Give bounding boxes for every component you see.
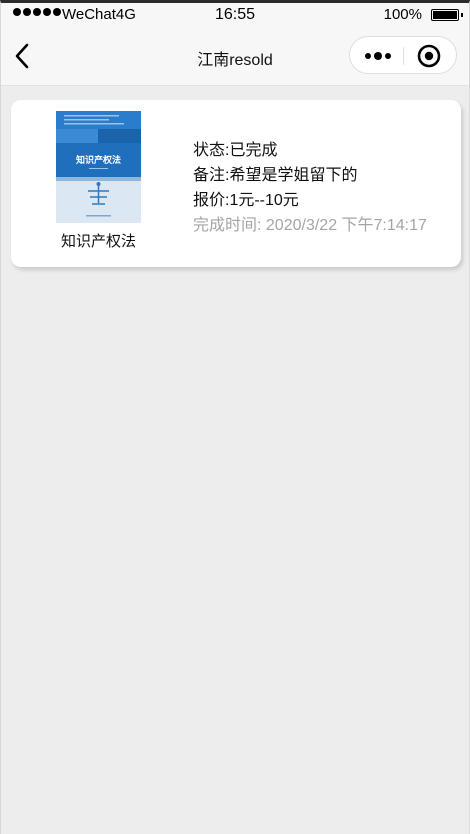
note-row: 备注:希望是学姐留下的 (193, 163, 427, 188)
status-label: 状态: (193, 142, 230, 159)
complete-time-value: 2020/3/22 下午7:14:17 (265, 217, 427, 234)
close-mini-program-button[interactable] (417, 44, 441, 68)
status-bar: WeChat4G 16:55 100% (1, 3, 469, 25)
status-value: 已完成 (229, 142, 278, 159)
complete-time-label: 完成时间: (193, 217, 262, 234)
price-value: 1元--10元 (229, 192, 299, 209)
note-value: 希望是学姐留下的 (229, 167, 358, 184)
price-label: 报价: (193, 192, 230, 209)
phone-frame: WeChat4G 16:55 100% 江南resold 知识产权法 知识产权法… (0, 0, 470, 834)
order-card[interactable]: 知识产权法 知识产权法 状态:已完成 备注:希望是学姐留下的 报价:1元--10… (11, 100, 461, 267)
mini-program-capsule (349, 36, 457, 74)
more-menu-button[interactable] (364, 48, 394, 64)
more-dots-icon (365, 52, 391, 60)
battery-icon (431, 9, 463, 21)
battery-percent: 100% (383, 6, 422, 23)
capsule-divider (403, 47, 404, 65)
book-name: 知识产权法 (60, 233, 136, 250)
price-row: 报价:1元--10元 (193, 188, 427, 213)
cover-title: 知识产权法 (75, 154, 121, 166)
navigation-bar: 江南resold (1, 25, 469, 86)
complete-time-row: 完成时间: 2020/3/22 下午7:14:17 (193, 213, 427, 238)
note-label: 备注: (193, 167, 230, 184)
order-details: 状态:已完成 备注:希望是学姐留下的 报价:1元--10元 完成时间: 2020… (193, 138, 427, 238)
book-cover-image: 知识产权法 (56, 111, 141, 223)
close-target-icon (417, 44, 441, 68)
status-row: 状态:已完成 (193, 138, 427, 163)
